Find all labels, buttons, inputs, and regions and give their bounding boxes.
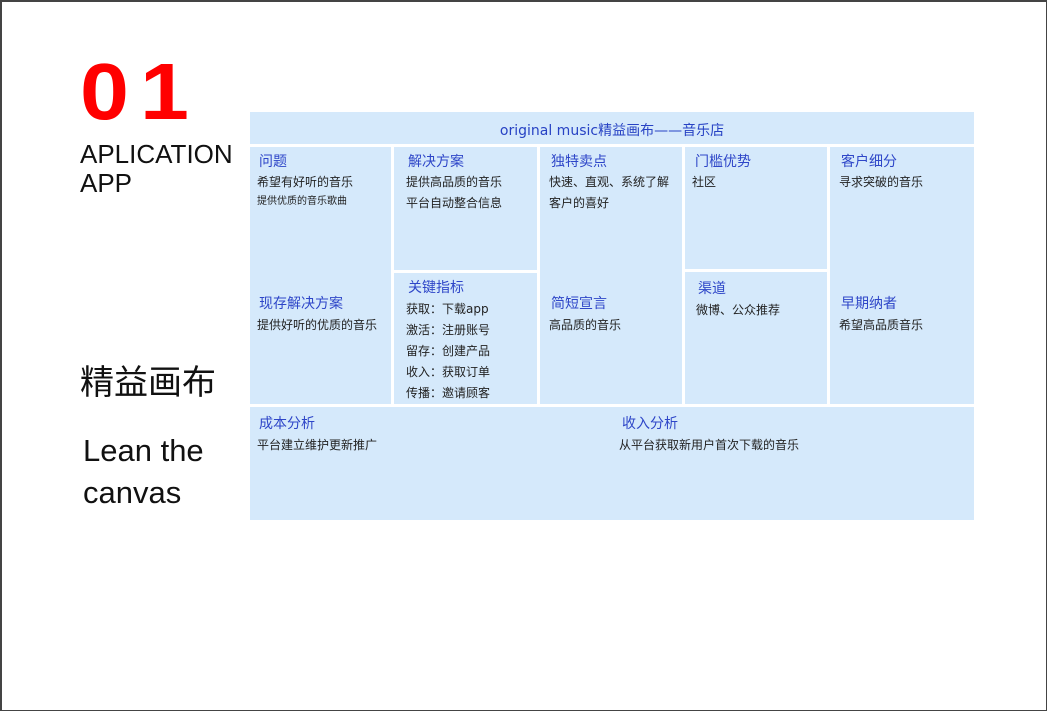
existing-label: 现存解决方案 (259, 296, 343, 312)
section-number: 01 (80, 47, 200, 136)
channels-cell: 渠道 微博、公众推荐 (685, 272, 827, 404)
advantage-label: 门槛优势 (695, 154, 751, 170)
solution-line-2: 平台自动整合信息 (406, 196, 503, 210)
chinese-title: 精益画布 (80, 363, 216, 403)
adopters-line-1: 希望高品质音乐 (839, 318, 924, 332)
app-title-line1: APLICATION (80, 139, 233, 169)
existing-line-1: 提供好听的优质的音乐 (257, 318, 378, 332)
adopters-label: 早期纳者 (841, 296, 897, 312)
segments-line-1: 寻求突破的音乐 (839, 175, 924, 189)
uvp-line-1: 快速、直观、系统了解 (549, 175, 670, 189)
channels-label: 渠道 (698, 281, 726, 297)
cost-line-1: 平台建立维护更新推广 (257, 438, 378, 452)
channels-line-1: 微博、公众推荐 (696, 303, 781, 317)
metrics-line-1: 获取：下载app (406, 302, 489, 316)
english-title-line2: canvas (83, 475, 182, 510)
lean-canvas: original music精益画布——音乐店 问题 希望有好听的音乐 提供优质… (250, 112, 974, 520)
app-title: APLICATION APP (80, 140, 250, 198)
uvp-label: 独特卖点 (551, 154, 607, 170)
uvp-cell: 独特卖点 快速、直观、系统了解 客户的喜好 简短宣言 高品质的音乐 (540, 147, 682, 404)
canvas-title: original music精益画布——音乐店 (250, 112, 974, 144)
problem-line-2: 提供优质的音乐歌曲 (257, 196, 347, 207)
metrics-label: 关键指标 (408, 280, 464, 296)
metrics-line-3: 留存：创建产品 (406, 344, 491, 358)
solution-line-1: 提供高品质的音乐 (406, 175, 503, 189)
solution-label: 解决方案 (408, 154, 464, 170)
app-title-line2: APP (80, 168, 133, 198)
uvp-line-2: 客户的喜好 (549, 196, 610, 210)
segments-label: 客户细分 (841, 154, 897, 170)
cost-label: 成本分析 (259, 416, 315, 432)
segments-cell: 客户细分 寻求突破的音乐 早期纳者 希望高品质音乐 (830, 147, 974, 404)
problem-cell: 问题 希望有好听的音乐 提供优质的音乐歌曲 现存解决方案 提供好听的优质的音乐 (250, 147, 391, 404)
pitch-label: 简短宣言 (551, 296, 607, 312)
metrics-line-2: 激活：注册账号 (406, 323, 491, 337)
bottom-row: 成本分析 平台建立维护更新推广 收入分析 从平台获取新用户首次下载的音乐 (250, 407, 974, 520)
advantage-line-1: 社区 (692, 175, 717, 189)
problem-label: 问题 (259, 154, 287, 170)
pitch-line-1: 高品质的音乐 (549, 318, 622, 332)
metrics-cell: 关键指标 获取：下载app 激活：注册账号 留存：创建产品 收入：获取订单 传播… (394, 273, 537, 404)
metrics-line-5: 传播：邀请顾客 (406, 386, 491, 400)
solution-cell: 解决方案 提供高品质的音乐 平台自动整合信息 (394, 147, 537, 270)
english-title: Lean the canvas (83, 430, 233, 514)
revenue-label: 收入分析 (622, 416, 678, 432)
revenue-line-1: 从平台获取新用户首次下载的音乐 (619, 438, 800, 452)
english-title-line1: Lean the (83, 433, 204, 468)
advantage-cell: 门槛优势 社区 (685, 147, 827, 269)
problem-line-1: 希望有好听的音乐 (257, 175, 354, 189)
metrics-line-4: 收入：获取订单 (406, 365, 491, 379)
